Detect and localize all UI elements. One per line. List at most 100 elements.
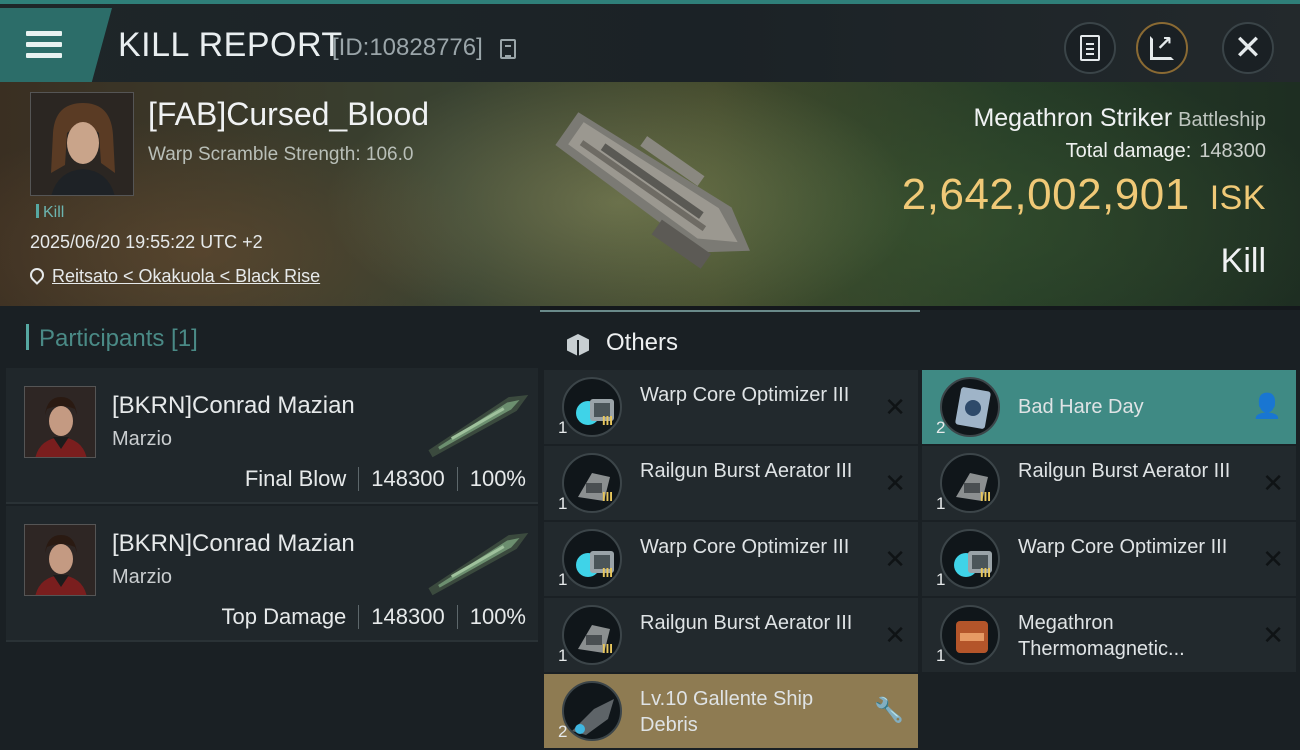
total-damage-label: Total damage: — [1065, 140, 1192, 162]
destroyed-x-icon: ✕ — [884, 468, 906, 498]
victim-name: [FAB]Cursed_Blood — [148, 96, 430, 132]
divider — [358, 605, 360, 629]
participant-corp: Marzio — [112, 566, 173, 588]
participant-avatar[interactable] — [24, 386, 96, 458]
item-name: Warp Core Optimizer III — [640, 536, 850, 558]
item-quantity: 1 — [558, 570, 568, 589]
item-slot[interactable]: 1 III Warp Core Optimizer III ✕ — [922, 522, 1296, 596]
railgun-burst-aerator-icon — [562, 453, 622, 513]
divider — [358, 467, 360, 491]
railgun-burst-aerator-icon — [562, 605, 622, 665]
wrench-icon[interactable]: 🔧 — [874, 696, 904, 725]
copy-id-icon[interactable] — [500, 39, 516, 59]
participant-percent: 100% — [469, 604, 526, 629]
clipboard-button[interactable] — [1064, 22, 1116, 74]
divider — [456, 467, 458, 491]
item-slot[interactable]: 1 Megathron Thermomagnetic... ✕ — [922, 598, 1296, 672]
participants-title: Participants [1] — [26, 324, 198, 353]
warp-core-optimizer-icon — [562, 377, 622, 437]
person-icon[interactable]: 👤 — [1252, 392, 1282, 421]
item-name: Warp Core Optimizer III — [640, 384, 850, 406]
others-title: Others — [606, 329, 679, 356]
item-quantity: 1 — [936, 646, 946, 665]
participant-row[interactable]: [BKRN]Conrad Mazian Marzio Final Blow 14… — [6, 368, 538, 504]
destroyed-x-icon: ✕ — [884, 620, 906, 650]
victim-ship-name: Megathron Striker Battleship — [973, 104, 1266, 133]
railgun-burst-aerator-icon — [940, 453, 1000, 513]
location-text: Reitsato < Okakuola < Black Rise — [52, 266, 321, 286]
item-quantity: 1 — [558, 494, 568, 513]
isk-unit: ISK — [1209, 179, 1266, 217]
item-quantity: 2 — [936, 418, 946, 437]
ship-name-text: Megathron Striker — [973, 104, 1173, 132]
item-slot[interactable]: 1 III Railgun Burst Aerator III ✕ — [544, 446, 918, 520]
destroyed-x-icon: ✕ — [884, 544, 906, 574]
item-quantity: 1 — [558, 418, 568, 437]
total-damage: Total damage: 148300 — [1066, 140, 1266, 163]
header-bar: KILL REPORT [ID:10828776] ✕ — [0, 0, 1300, 82]
menu-button[interactable] — [0, 8, 112, 82]
others-top-divider — [540, 310, 920, 312]
item-slot-dropped[interactable]: 2 Lv.10 Gallente Ship Debris 🔧 — [544, 674, 918, 748]
warp-core-optimizer-icon — [940, 529, 1000, 589]
participant-name: [BKRN]Conrad Mazian — [112, 530, 355, 557]
isk-value: 2,642,002,901 ISK — [902, 170, 1266, 220]
participant-role: Final Blow — [244, 466, 347, 491]
destroyed-x-icon: ✕ — [1262, 620, 1284, 650]
participant-stats: Final Blow 148300 100% — [245, 466, 526, 492]
page-title: KILL REPORT — [118, 26, 343, 64]
item-tier: III — [602, 413, 613, 428]
item-tier: III — [980, 489, 991, 504]
item-quantity: 1 — [936, 570, 946, 589]
destroyed-x-icon: ✕ — [884, 392, 906, 422]
participant-damage: 148300 — [371, 466, 445, 491]
divider — [456, 605, 458, 629]
item-tier: III — [602, 565, 613, 580]
others-header: Others — [564, 328, 678, 358]
destroyed-x-icon: ✕ — [1262, 544, 1284, 574]
isk-amount: 2,642,002,901 — [901, 170, 1190, 219]
item-tier: III — [602, 641, 613, 656]
victim-ship-image — [555, 112, 750, 269]
participant-role: Top Damage — [221, 604, 347, 629]
participant-percent: 100% — [469, 466, 526, 491]
participant-row[interactable]: [BKRN]Conrad Mazian Marzio Top Damage 14… — [6, 506, 538, 642]
participant-corp: Marzio — [112, 428, 173, 450]
item-slot-dropped[interactable]: 2 Bad Hare Day 👤 — [922, 370, 1296, 444]
item-name: Railgun Burst Aerator III — [1018, 460, 1231, 482]
participant-ship-image — [428, 395, 529, 458]
item-name: Warp Core Optimizer III — [1018, 536, 1228, 558]
ship-debris-icon — [562, 681, 622, 741]
share-button[interactable] — [1136, 22, 1188, 74]
item-slot[interactable]: 1 III Warp Core Optimizer III ✕ — [544, 522, 918, 596]
location-pin-icon — [30, 268, 44, 286]
item-slot[interactable]: 1 III Railgun Burst Aerator III ✕ — [922, 446, 1296, 520]
participant-avatar[interactable] — [24, 524, 96, 596]
clipboard-icon — [1080, 35, 1100, 61]
participant-ship-image — [428, 533, 529, 596]
item-name: Bad Hare Day — [1018, 396, 1144, 418]
item-name: Lv.10 Gallente Ship Debris — [640, 688, 814, 736]
close-icon: ✕ — [1233, 29, 1263, 67]
item-name: Railgun Burst Aerator III — [640, 612, 853, 634]
item-quantity: 2 — [558, 722, 568, 741]
kill-tag: Kill — [36, 204, 64, 222]
item-tier: III — [980, 565, 991, 580]
item-slot[interactable]: 1 III Warp Core Optimizer III ✕ — [544, 370, 918, 444]
item-slot[interactable]: 1 III Railgun Burst Aerator III ✕ — [544, 598, 918, 672]
location-link[interactable]: Reitsato < Okakuola < Black Rise — [30, 266, 320, 287]
victim-portrait[interactable] — [30, 92, 134, 196]
share-icon — [1150, 31, 1174, 60]
victim-banner: [FAB]Cursed_Blood Warp Scramble Strength… — [0, 82, 1300, 306]
total-damage-value: 148300 — [1199, 140, 1266, 162]
participants-panel: Participants [1] [BKRN]Conrad Mazian Mar… — [0, 306, 540, 750]
others-panel: Others 1 III Warp Core Optimizer III ✕ 1… — [540, 310, 1300, 750]
cube-icon — [564, 328, 592, 358]
item-name: Megathron Thermomagnetic... — [1018, 612, 1185, 660]
close-button[interactable]: ✕ — [1222, 22, 1274, 74]
item-quantity: 1 — [936, 494, 946, 513]
result-label: Kill — [1220, 242, 1266, 280]
participant-stats: Top Damage 148300 100% — [222, 604, 526, 630]
item-name: Railgun Burst Aerator III — [640, 460, 853, 482]
ship-class: Battleship — [1178, 109, 1266, 131]
